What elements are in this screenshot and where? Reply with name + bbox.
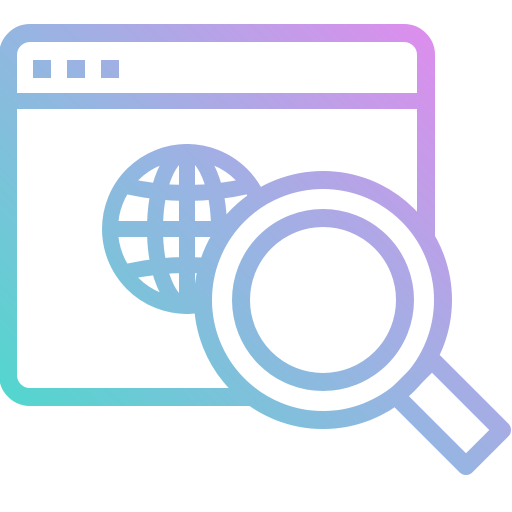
- icon-stage: [0, 0, 512, 512]
- window-dots: [33, 60, 119, 78]
- lens-inner: [232, 209, 414, 391]
- magnifier-handle: [387, 351, 511, 475]
- window-dot-3: [101, 60, 119, 78]
- web-search-icon: [0, 24, 511, 475]
- window-dot-2: [67, 60, 85, 78]
- window-dot-1: [33, 60, 51, 78]
